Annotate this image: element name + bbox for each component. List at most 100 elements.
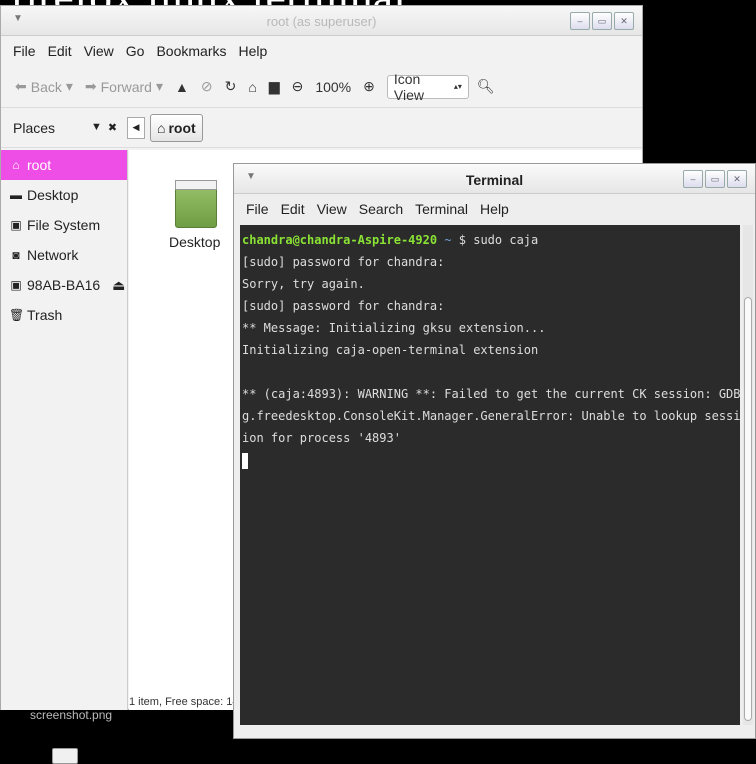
- breadcrumb-label: root: [168, 119, 196, 136]
- up-arrow-icon: ▲: [175, 78, 189, 95]
- close-button[interactable]: ✕: [614, 12, 634, 30]
- close-button[interactable]: ✕: [727, 170, 747, 188]
- menu-help[interactable]: Help: [480, 201, 509, 217]
- menu-terminal[interactable]: Terminal: [415, 201, 468, 217]
- menu-file[interactable]: File: [13, 43, 36, 59]
- computer-button[interactable]: ▆: [269, 78, 280, 95]
- text-cursor: [242, 452, 248, 469]
- places-close-icon[interactable]: ✖: [108, 121, 117, 134]
- menu-help[interactable]: Help: [239, 43, 268, 59]
- desktop-folder-label[interactable]: Desktop: [169, 234, 220, 250]
- maximize-button[interactable]: ▭: [592, 12, 612, 30]
- view-mode-select[interactable]: Icon View ▴▾: [386, 71, 469, 103]
- terminal-line: [sudo] password for chandra:: [242, 299, 445, 313]
- back-label: Back: [30, 78, 62, 95]
- forward-dropdown-icon[interactable]: ▾: [156, 78, 163, 95]
- prompt-path: ~: [444, 233, 452, 247]
- menubar: File Edit View Go Bookmarks Help: [1, 36, 642, 66]
- terminal-window: ▼ Terminal – ▭ ✕ File Edit View Search T…: [233, 163, 756, 739]
- menu-bookmarks[interactable]: Bookmarks: [156, 43, 226, 59]
- stop-button[interactable]: ⊘: [201, 78, 213, 95]
- desktop-file-icon[interactable]: [52, 748, 78, 764]
- sidebar-item-label: Desktop: [27, 187, 79, 203]
- up-button[interactable]: ▲: [175, 79, 189, 95]
- forward-button[interactable]: ➡ Forward ▾: [85, 78, 163, 95]
- back-dropdown-icon[interactable]: ▾: [66, 78, 73, 95]
- sidebar-item-label: root: [27, 157, 52, 173]
- drive-icon: ▣: [10, 278, 22, 292]
- terminal-titlebar[interactable]: ▼ Terminal – ▭ ✕: [234, 164, 755, 194]
- stop-icon: ⊘: [200, 78, 213, 94]
- forward-label: Forward: [100, 78, 152, 95]
- terminal-line: ** (caja:4893): WARNING **: Failed to ge…: [242, 387, 740, 401]
- minimize-button[interactable]: –: [683, 170, 703, 188]
- breadcrumb-root[interactable]: ⌂ root: [150, 113, 203, 142]
- menu-view[interactable]: View: [317, 201, 347, 217]
- menu-file[interactable]: File: [246, 201, 269, 217]
- terminal-line: Sorry, try again.: [242, 277, 365, 291]
- terminal-line: [sudo] password for chandra:: [242, 255, 445, 269]
- home-icon: ⌂: [12, 158, 20, 172]
- terminal-prompt-line: chandra@chandra-Aspire-4920 ~ $ sudo caj…: [240, 229, 740, 251]
- terminal-output[interactable]: chandra@chandra-Aspire-4920 ~ $ sudo caj…: [240, 225, 740, 725]
- search-icon: 🔍︎: [476, 78, 495, 94]
- sidebar-item-label: 98AB-BA16: [27, 277, 101, 293]
- reload-button[interactable]: ↻: [225, 78, 237, 95]
- terminal-scrollbar[interactable]: [743, 225, 753, 725]
- sidebar-item-label: Trash: [27, 307, 63, 323]
- home-icon: ⌂: [157, 119, 166, 136]
- menu-view[interactable]: View: [84, 43, 114, 59]
- sidebar-item-label: Network: [27, 247, 79, 263]
- sidebar-item-volume[interactable]: ▣ 98AB-BA16 ⏏: [1, 270, 127, 300]
- desktop-file-label[interactable]: screenshot.png: [30, 708, 150, 728]
- breadcrumb-left-icon[interactable]: ◀: [127, 116, 145, 139]
- scrollbar-thumb[interactable]: [744, 297, 752, 721]
- home-button[interactable]: ⌂: [248, 79, 256, 95]
- trash-icon: 🗑︎: [9, 308, 25, 322]
- zoom-in-button[interactable]: ⊕: [363, 78, 375, 95]
- file-manager-titlebar[interactable]: ▼ root (as superuser) – ▭ ✕: [1, 6, 642, 36]
- terminal-line: ** Message: Initializing gksu extension.…: [242, 321, 546, 335]
- forward-arrow-icon: ➡: [84, 78, 97, 94]
- menu-edit[interactable]: Edit: [281, 201, 305, 217]
- search-button[interactable]: 🔍︎: [477, 78, 495, 95]
- terminal-line: g.freedesktop.ConsoleKit.Manager.General…: [242, 409, 740, 423]
- zoom-level[interactable]: 100%: [315, 79, 351, 95]
- network-icon: ◙: [12, 248, 20, 262]
- prompt-user: chandra@chandra-Aspire-4920: [242, 233, 438, 247]
- terminal-line: Initializing caja-open-terminal extensio…: [242, 343, 539, 357]
- sidebar-item-trash[interactable]: 🗑︎ Trash: [1, 300, 127, 330]
- places-sidebar: ⌂ root ▬ Desktop ▣ File System ◙ Network…: [1, 150, 128, 710]
- window-title: root (as superuser): [266, 14, 377, 29]
- terminal-cursor-line: [240, 449, 740, 471]
- menu-edit[interactable]: Edit: [48, 43, 72, 59]
- sidebar-item-root[interactable]: ⌂ root: [1, 150, 127, 180]
- maximize-button[interactable]: ▭: [705, 170, 725, 188]
- toolbar: ⬅ Back ▾ ➡ Forward ▾ ▲ ⊘ ↻ ⌂ ▆ ⊖ 100% ⊕ …: [1, 66, 642, 108]
- back-arrow-icon: ⬅: [15, 78, 27, 94]
- zoom-in-icon: ⊕: [363, 78, 375, 94]
- drive-icon: ▣: [10, 218, 22, 232]
- computer-icon: ▆: [268, 78, 280, 94]
- sidebar-item-label: File System: [27, 217, 101, 233]
- sidebar-item-file-system[interactable]: ▣ File System: [1, 210, 127, 240]
- menu-go[interactable]: Go: [126, 43, 145, 59]
- prompt-command: $ sudo caja: [458, 233, 539, 247]
- eject-icon[interactable]: ⏏: [112, 277, 125, 294]
- desktop-folder-icon[interactable]: [175, 180, 217, 228]
- sidebar-item-desktop[interactable]: ▬ Desktop: [1, 180, 127, 210]
- back-button[interactable]: ⬅ Back ▾: [15, 78, 73, 95]
- terminal-title: Terminal: [465, 172, 524, 188]
- location-bar: Places ▼ ✖ ◀ ⌂ root: [1, 108, 642, 148]
- places-dropdown-icon[interactable]: ▼: [91, 121, 102, 134]
- reload-icon: ↻: [224, 78, 237, 94]
- menu-search[interactable]: Search: [359, 201, 403, 217]
- zoom-out-button[interactable]: ⊖: [292, 78, 304, 95]
- terminal-menubar: File Edit View Search Terminal Help: [234, 194, 755, 224]
- places-label[interactable]: Places: [1, 120, 91, 136]
- terminal-line: ion for process '4893': [242, 431, 401, 445]
- zoom-out-icon: ⊖: [291, 78, 304, 94]
- minimize-button[interactable]: –: [570, 12, 590, 30]
- sidebar-item-network[interactable]: ◙ Network: [1, 240, 127, 270]
